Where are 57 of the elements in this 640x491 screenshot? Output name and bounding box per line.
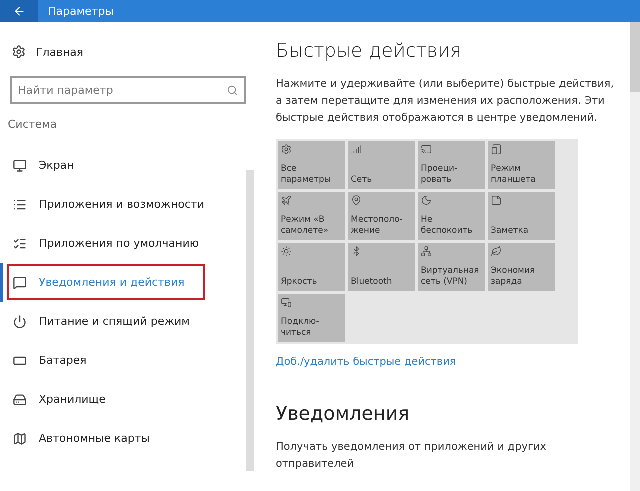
network-icon [421,246,432,257]
gear-icon [12,45,26,59]
quick-action-tile[interactable]: Подклю- читься [278,294,345,342]
sidebar-item[interactable]: Хранилище [0,380,242,419]
search-field[interactable]: Найти параметр [18,78,227,102]
quick-action-tile[interactable]: Режим «В самолете» [278,192,345,240]
search-icon [227,84,238,96]
power-icon [13,314,27,328]
moon-icon [421,195,432,206]
scrollbar[interactable] [246,170,254,471]
quick-action-tile[interactable]: Виртуальная сеть (VPN) [418,243,485,291]
quick-action-tile[interactable]: Режим планшета [488,141,555,189]
quick-action-tile[interactable]: Сеть [348,141,415,189]
back-button[interactable] [0,0,38,22]
quick-action-tile[interactable]: Заметка [488,192,555,240]
checklist-icon [13,236,27,250]
section-title: Быстрые действия [276,40,463,62]
sidebar-item[interactable]: Приложения и возможности [0,185,242,224]
list-icon [13,198,27,212]
sun-icon [281,246,292,257]
tablet-icon [491,144,502,155]
devices-icon [281,297,292,308]
leaf-icon [491,246,502,257]
quick-action-tile[interactable]: Все параметры [278,141,345,189]
pin-icon [351,195,362,206]
airplane-icon [281,195,292,206]
sidebar-item[interactable]: Батарея [0,341,242,380]
map-icon [13,432,27,446]
sidebar-item[interactable]: Автономные карты [0,419,242,458]
sidebar-item[interactable]: Приложения по умолчанию [0,224,242,263]
signal-icon [351,144,362,155]
gear-icon [281,144,292,155]
quick-action-tile[interactable]: Яркость [278,243,345,291]
quick-action-tile[interactable]: Местополо- жение [348,192,415,240]
speech-bubble-icon [13,276,27,290]
scrollbar[interactable] [630,22,640,491]
monitor-icon [13,158,27,172]
description-text: Получать уведомления от приложений и других отправителей [276,440,548,472]
sidebar-item[interactable]: Экран [0,146,242,185]
description-text: Нажмите и удерживайте (или выберите) быстрые действия, а затем перетащите для изменения их расположения. Эти быстрые действия отображаются в центре уведомлений. [276,77,616,126]
sidebar-item[interactable]: Уведомления и действия [0,263,242,302]
add-remove-link[interactable]: Доб./удалить быстрые действия [276,356,456,368]
drive-icon [13,392,27,406]
quick-action-tile[interactable]: Bluetooth [348,243,415,291]
bluetooth-icon [351,246,362,257]
note-icon [491,195,502,206]
quick-action-tile[interactable]: Не беспокоить [418,192,485,240]
cast-icon [421,144,432,155]
window-title: Параметры [48,4,114,18]
home-link[interactable]: Главная [36,46,84,58]
quick-action-tile[interactable]: Экономия заряда [488,243,555,291]
back-arrow-icon [12,4,26,18]
sidebar-item[interactable]: Питание и спящий режим [0,302,242,341]
section-heading: Система [7,117,58,133]
quick-action-tile[interactable]: Проеци- ровать [418,141,485,189]
section-title: Уведомления [276,403,411,425]
search-box[interactable]: Найти параметр [10,76,246,104]
